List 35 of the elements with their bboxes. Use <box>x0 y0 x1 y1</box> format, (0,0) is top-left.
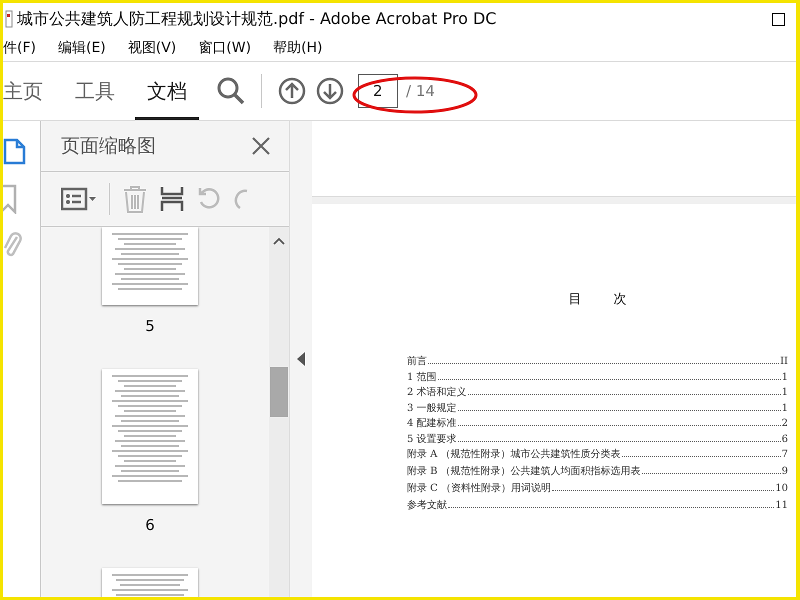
menu-item[interactable]: 编辑(E) <box>58 39 106 57</box>
toc-entry: 附录 C （资料性附录）用词说明 10 <box>407 482 788 496</box>
menu-item[interactable]: 视图(V) <box>128 39 176 57</box>
page-number-label: 5 <box>145 317 155 335</box>
close-icon[interactable] <box>251 136 271 156</box>
scroll-up-icon[interactable] <box>273 237 285 245</box>
toolbar-tab[interactable]: 主页 <box>3 62 55 120</box>
search-icon[interactable] <box>217 77 245 105</box>
document-icon <box>5 10 13 28</box>
toc-entry: 1 范围 1 <box>407 370 788 384</box>
options-menu-icon[interactable] <box>61 187 97 211</box>
menu-item[interactable]: 件(F) <box>3 39 36 57</box>
next-page-icon[interactable] <box>316 77 344 105</box>
menu-item[interactable]: 帮助(H) <box>273 39 323 57</box>
insert-page-icon[interactable] <box>160 185 184 213</box>
toc-entry: 3 一般规定 1 <box>407 402 788 416</box>
toc-entry: 前言 II <box>407 354 788 369</box>
window-title: 城市公共建筑人防工程规划设计规范.pdf - Adobe Acrobat Pro DC <box>17 8 498 30</box>
menu-item[interactable]: 窗口(W) <box>198 39 252 57</box>
collapse-panel-icon[interactable] <box>297 352 305 366</box>
scrollbar-thumb[interactable] <box>270 367 288 417</box>
toc-entry: 2 术语和定义 1 <box>407 386 788 400</box>
page-count: / 14 <box>406 82 435 100</box>
previous-page-icon[interactable] <box>278 77 306 105</box>
toc-heading: 目 次 <box>567 291 628 308</box>
toc-entry: 附录 B （规范性附录）公共建筑人均面积指标选用表 9 <box>407 464 788 479</box>
page-thumbnail[interactable] <box>102 369 198 504</box>
panel-title: 页面缩略图 <box>61 134 156 159</box>
toc-entry: 5 设置要求 6 <box>407 432 788 446</box>
toc-entry: 参考文献 11 <box>407 498 788 513</box>
toc-entry: 4 配建标准 2 <box>407 416 788 431</box>
page-number-label: 6 <box>145 516 155 534</box>
page-thumbnail[interactable] <box>102 227 198 305</box>
toolbar-tab[interactable]: 工具 <box>63 62 127 120</box>
toc-entry: 附录 A （规范性附录）城市公共建筑性质分类表 7 <box>407 448 788 462</box>
